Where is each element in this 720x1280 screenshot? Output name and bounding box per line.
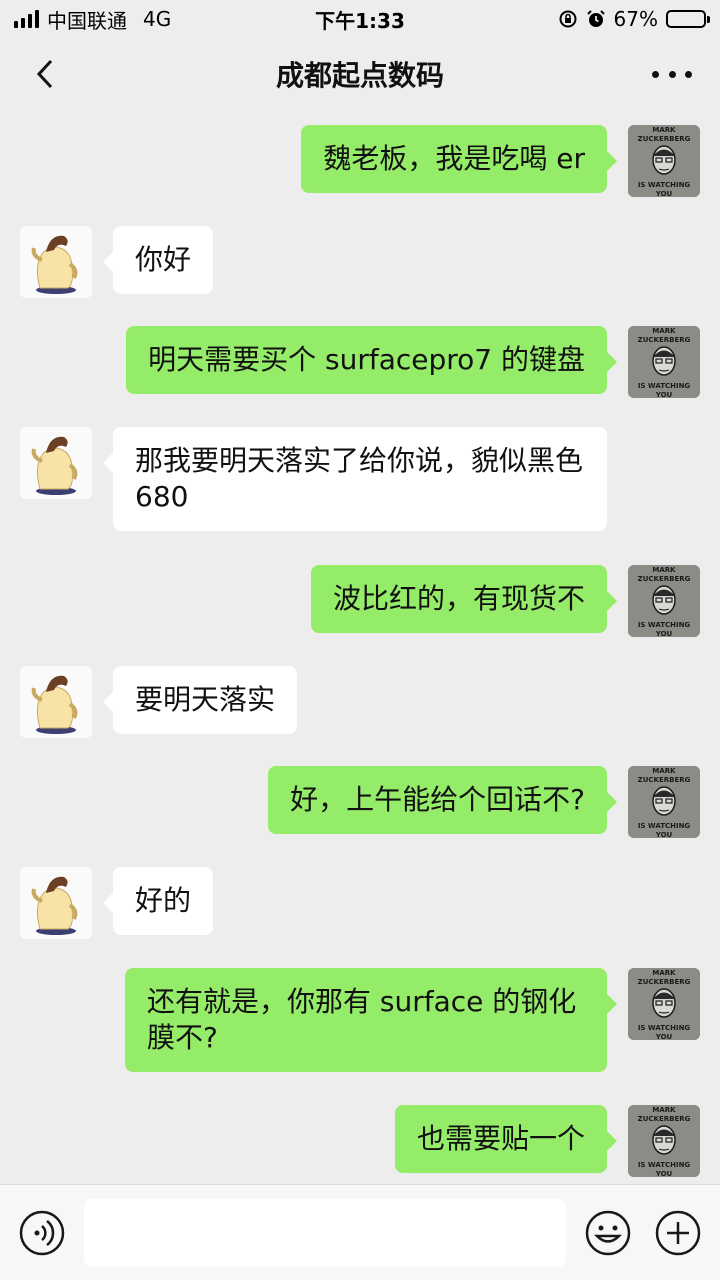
svg-text:YOU: YOU	[655, 630, 673, 637]
back-button[interactable]	[28, 56, 64, 92]
svg-text:IS WATCHING: IS WATCHING	[638, 382, 691, 390]
network-label: 4G	[143, 7, 172, 31]
avatar[interactable]: MARK ZUCKERBERG IS WATCHING YOU	[628, 125, 700, 197]
svg-text:MARK: MARK	[652, 566, 676, 574]
message-bubble[interactable]: 你好	[102, 226, 214, 294]
more-actions-button[interactable]	[654, 1209, 702, 1257]
svg-text:IS WATCHING: IS WATCHING	[638, 621, 691, 629]
svg-text:YOU: YOU	[655, 391, 673, 398]
svg-text:ZUCKERBERG: ZUCKERBERG	[638, 776, 691, 784]
rotation-lock-icon	[558, 9, 578, 29]
message-bubble[interactable]: 明天需要买个 surfacepro7 的键盘	[126, 326, 617, 394]
avatar[interactable]	[20, 427, 92, 499]
avatar[interactable]: MARK ZUCKERBERG IS WATCHING YOU	[628, 766, 700, 838]
svg-text:YOU: YOU	[655, 1170, 673, 1177]
message-bubble[interactable]: 要明天落实	[102, 666, 298, 734]
message-bubble[interactable]: 好的	[102, 867, 214, 935]
chevron-left-icon	[36, 59, 53, 89]
signal-icon	[14, 10, 39, 28]
message-bubble[interactable]: 魏老板，我是吃喝 er	[301, 125, 617, 193]
avatar[interactable]: MARK ZUCKERBERG IS WATCHING YOU	[628, 565, 700, 637]
status-left: 中国联通 4G	[14, 5, 171, 34]
message-bubble[interactable]: 那我要明天落实了给你说，貌似黑色 680	[103, 427, 607, 531]
avatar[interactable]: MARK ZUCKERBERG IS WATCHING YOU	[628, 968, 700, 1040]
avatar[interactable]	[20, 666, 92, 738]
emoji-button[interactable]	[584, 1209, 632, 1257]
battery-icon	[666, 10, 710, 28]
status-right: 67%	[558, 7, 710, 31]
message-input[interactable]	[84, 1199, 566, 1267]
message-bubble[interactable]: 波比红的，有现货不	[310, 565, 618, 633]
avatar[interactable]: MARK ZUCKERBERG IS WATCHING YOU	[628, 326, 700, 398]
voice-icon	[19, 1210, 65, 1256]
svg-text:ZUCKERBERG: ZUCKERBERG	[638, 978, 691, 986]
plus-icon	[655, 1210, 701, 1256]
svg-text:ZUCKERBERG: ZUCKERBERG	[638, 135, 691, 143]
alarm-icon	[586, 9, 606, 29]
battery-percent: 67%	[613, 7, 658, 31]
more-dot	[668, 70, 676, 78]
message-bubble[interactable]: 还有就是，你那有 surface 的钢化膜不?	[125, 968, 617, 1072]
message-bubble[interactable]: 也需要贴一个	[394, 1105, 618, 1173]
more-dot	[685, 70, 692, 78]
chat-area[interactable]: 魏老板，我是吃喝 er MARK ZUCKERBERG IS WATCHING YOU…	[0, 110, 720, 1184]
svg-text:YOU: YOU	[655, 1033, 673, 1040]
emoji-icon	[585, 1210, 631, 1256]
svg-text:YOU: YOU	[655, 831, 673, 838]
svg-text:ZUCKERBERG: ZUCKERBERG	[638, 575, 691, 583]
svg-text:IS WATCHING: IS WATCHING	[638, 822, 691, 830]
carrier-label: 中国联通	[47, 8, 127, 33]
svg-text:IS WATCHING: IS WATCHING	[638, 1161, 691, 1169]
message-bubble[interactable]: 好，上午能给个回话不?	[268, 766, 617, 834]
svg-text:IS WATCHING: IS WATCHING	[638, 1024, 691, 1032]
svg-text:MARK: MARK	[652, 327, 676, 335]
avatar[interactable]	[20, 867, 92, 939]
svg-text:YOU: YOU	[655, 190, 673, 197]
avatar[interactable]	[20, 226, 92, 298]
svg-text:MARK: MARK	[652, 1106, 676, 1114]
svg-text:ZUCKERBERG: ZUCKERBERG	[638, 336, 691, 344]
more-dot	[652, 70, 659, 78]
svg-text:MARK: MARK	[652, 126, 676, 134]
chat-title: 成都起点数码	[275, 59, 444, 92]
nav-bar: 成都起点数码	[0, 38, 720, 110]
svg-text:IS WATCHING: IS WATCHING	[638, 181, 691, 189]
svg-text:MARK: MARK	[652, 969, 676, 977]
voice-button[interactable]	[18, 1209, 66, 1257]
status-bar: 中国联通 4G 下午1:33 67%	[0, 0, 720, 38]
input-bar	[0, 1184, 720, 1280]
avatar[interactable]: MARK ZUCKERBERG IS WATCHING YOU	[628, 1105, 700, 1177]
more-button[interactable]	[652, 60, 692, 88]
svg-text:ZUCKERBERG: ZUCKERBERG	[638, 1115, 691, 1123]
svg-text:MARK: MARK	[652, 767, 676, 775]
